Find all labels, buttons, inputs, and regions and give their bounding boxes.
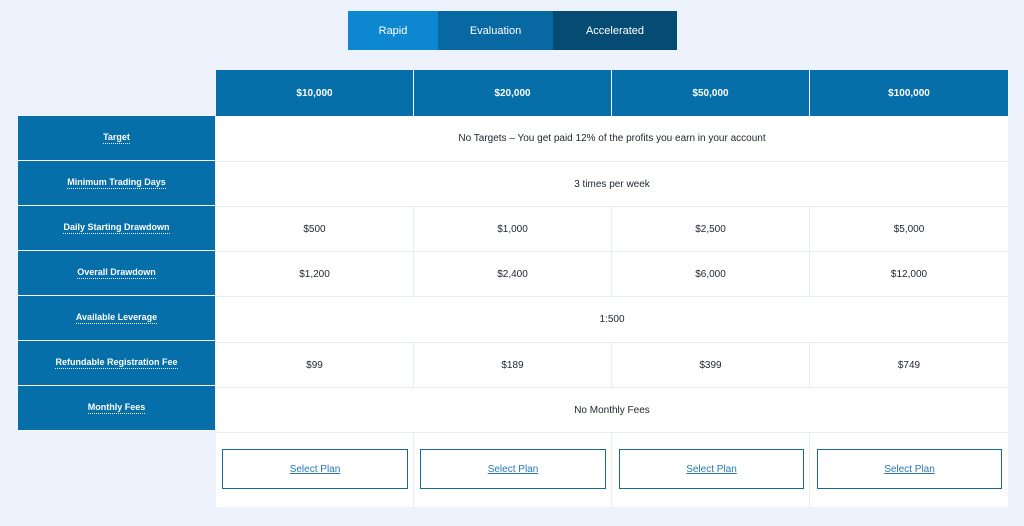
row-label-monthly-fees: Monthly Fees [18,386,215,431]
row-label-text: Overall Drawdown [77,267,156,279]
row-label-overall-drawdown: Overall Drawdown [18,251,215,296]
select-plan-button-20k[interactable]: Select Plan [420,449,606,489]
select-plan-button-100k[interactable]: Select Plan [817,449,1002,489]
table-cell: $99 [306,359,323,371]
column-header: $10,000 [216,70,413,116]
table-cell: $12,000 [890,268,928,280]
min-trading-days-value: 3 times per week [574,178,650,190]
column-divider [611,433,612,507]
select-plan-button-10k[interactable]: Select Plan [222,449,408,489]
row-label-daily-drawdown: Daily Starting Drawdown [18,206,215,251]
column-divider [413,433,414,507]
table-cell: $189 [501,359,524,371]
table-cell: $2,400 [497,268,528,280]
table-cell: $749 [897,359,921,371]
row-label-target: Target [18,116,215,161]
row-label-text: Daily Starting Drawdown [63,222,170,234]
tab-evaluation[interactable]: Evaluation [438,11,553,50]
row-divider [216,432,1008,433]
plan-type-tabs: Rapid Evaluation Accelerated [348,11,677,50]
row-label-text: Target [103,132,130,144]
row-label-text: Minimum Trading Days [67,177,166,189]
row-label-registration-fee: Refundable Registration Fee [18,341,215,386]
row-label-leverage: Available Leverage [18,296,215,341]
table-cell: $5,000 [893,223,925,235]
row-label-text: Available Leverage [75,312,158,324]
table-cell: $1,200 [299,268,330,280]
monthly-fees-value: No Monthly Fees [574,404,650,416]
leverage-value: 1:500 [599,314,625,325]
pricing-table: $10,000 $20,000 $50,000 $100,000 No Targ… [216,70,1008,507]
target-value: No Targets – You get paid 12% of the pro… [458,133,766,144]
row-label-min-trading-days: Minimum Trading Days [18,161,215,206]
column-divider [809,433,810,507]
row-label-text: Monthly Fees [87,402,146,414]
table-cell: $1,000 [497,223,528,235]
row-label-text: Refundable Registration Fee [55,357,178,369]
select-plan-button-50k[interactable]: Select Plan [619,449,804,489]
column-header: $50,000 [612,70,809,116]
column-header: $20,000 [414,70,611,116]
table-cell: $399 [699,359,722,371]
table-cell: $500 [303,223,326,235]
tab-accelerated[interactable]: Accelerated [553,11,677,50]
tab-rapid[interactable]: Rapid [348,11,438,50]
table-cell: $2,500 [695,223,726,235]
table-cell: $6,000 [695,268,726,280]
row-labels: Target Minimum Trading Days Daily Starti… [18,116,215,431]
column-header: $100,000 [810,70,1008,116]
